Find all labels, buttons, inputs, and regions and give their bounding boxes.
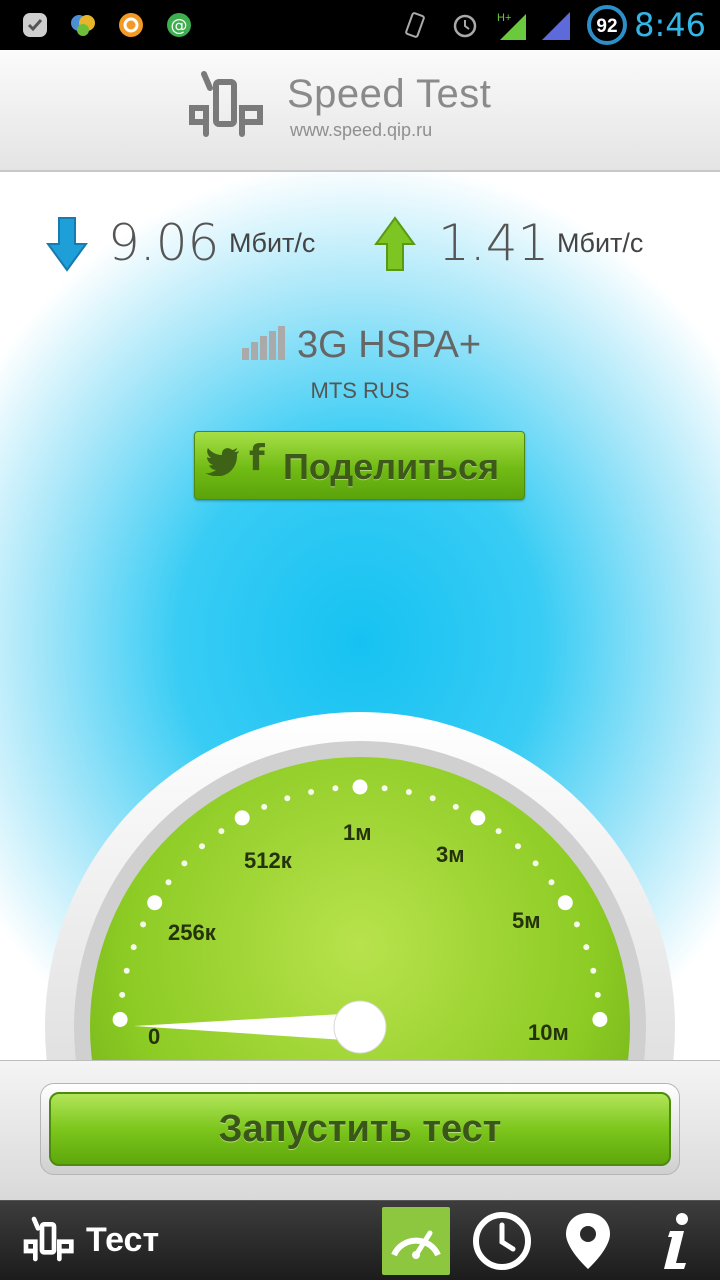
gauge-tick <box>495 828 502 835</box>
gauge-tick <box>532 860 539 867</box>
gauge-tick <box>261 803 268 810</box>
gauge-needle-hub <box>333 1000 387 1054</box>
gauge-tick <box>123 967 130 974</box>
gauge-label-10m: 10м <box>528 1020 569 1045</box>
svg-text:92: 92 <box>596 16 617 37</box>
nav-speedometer-tab[interactable] <box>382 1207 450 1275</box>
results-area: 9.06 Мбит/с 1.41 Мбит/с 3G HSPA+ MTS RUS… <box>0 172 720 1060</box>
action-panel: Запустить тест <box>0 1060 720 1200</box>
gauge-tick <box>352 779 368 795</box>
gauge-tick <box>557 895 573 911</box>
battery-icon: 92 <box>587 5 627 45</box>
gauge-tick <box>332 785 339 792</box>
gauge-tick <box>594 991 601 998</box>
gauge-tick <box>147 895 163 911</box>
gauge-tick <box>590 967 597 974</box>
bottom-nav: Тест <box>0 1200 720 1280</box>
speedometer-icon <box>391 1230 441 1259</box>
vibrate-icon <box>405 12 425 38</box>
app-url: www.speed.qip.ru <box>290 120 433 140</box>
email-at-icon: @ <box>167 13 191 37</box>
data-activity-icon: H+ <box>497 12 526 40</box>
gauge-tick <box>284 795 291 802</box>
gauge-label-3m: 3м <box>436 842 465 867</box>
gauge-tick <box>218 828 225 835</box>
svg-text:H+: H+ <box>497 12 511 24</box>
signal-icon <box>542 12 570 40</box>
speed-gauge: 0 256к 512к 1м 3м 5м 10м <box>45 712 675 1060</box>
qip-logo-icon <box>23 1216 74 1262</box>
qip-logo-icon <box>189 71 263 137</box>
gauge-tick <box>583 944 590 951</box>
gauge-tick <box>573 921 580 928</box>
gauge-tick <box>234 810 250 826</box>
map-pin-icon[interactable] <box>556 1209 620 1273</box>
svg-text:@: @ <box>171 16 188 36</box>
gauge-label-5m: 5м <box>512 908 541 933</box>
gauge-tick <box>592 1012 608 1027</box>
gauge-tick <box>381 785 388 792</box>
app-header: Speed Test www.speed.qip.ru <box>0 50 720 172</box>
gauge-tick <box>470 810 486 826</box>
history-clock-icon[interactable] <box>470 1209 534 1273</box>
run-test-frame: Запустить тест <box>40 1083 680 1175</box>
gauge-tick <box>429 795 436 802</box>
gauge-label-0: 0 <box>148 1024 160 1049</box>
clock: 8:46 <box>634 6 706 44</box>
gauge-tick <box>199 843 205 850</box>
gauge-tick <box>119 991 126 998</box>
gauge-tick <box>181 860 188 867</box>
chat-app-icon <box>71 15 95 36</box>
gauge-tick <box>515 843 521 850</box>
gauge-tick <box>130 944 137 951</box>
run-test-label: Запустить тест <box>218 1108 502 1150</box>
info-icon[interactable] <box>644 1209 708 1273</box>
gauge-label-512k: 512к <box>244 848 293 873</box>
run-test-button[interactable]: Запустить тест <box>49 1092 671 1166</box>
gauge-tick <box>112 1012 128 1027</box>
gauge-tick <box>405 789 412 795</box>
app-title: Speed Test <box>287 72 492 116</box>
gauge-tick <box>165 879 172 886</box>
check-app-icon <box>23 13 47 37</box>
status-bar: @ H+ 92 8:46 <box>0 0 720 50</box>
gauge-label-256k: 256к <box>168 920 217 945</box>
gauge-tick <box>452 803 459 810</box>
nav-title: Тест <box>86 1221 160 1259</box>
gauge-tick <box>308 789 315 795</box>
mail-app-icon <box>119 13 143 37</box>
gauge-label-1m: 1м <box>343 820 372 845</box>
gauge-tick <box>548 879 555 886</box>
alarm-icon <box>453 14 477 38</box>
gauge-tick <box>140 921 147 928</box>
